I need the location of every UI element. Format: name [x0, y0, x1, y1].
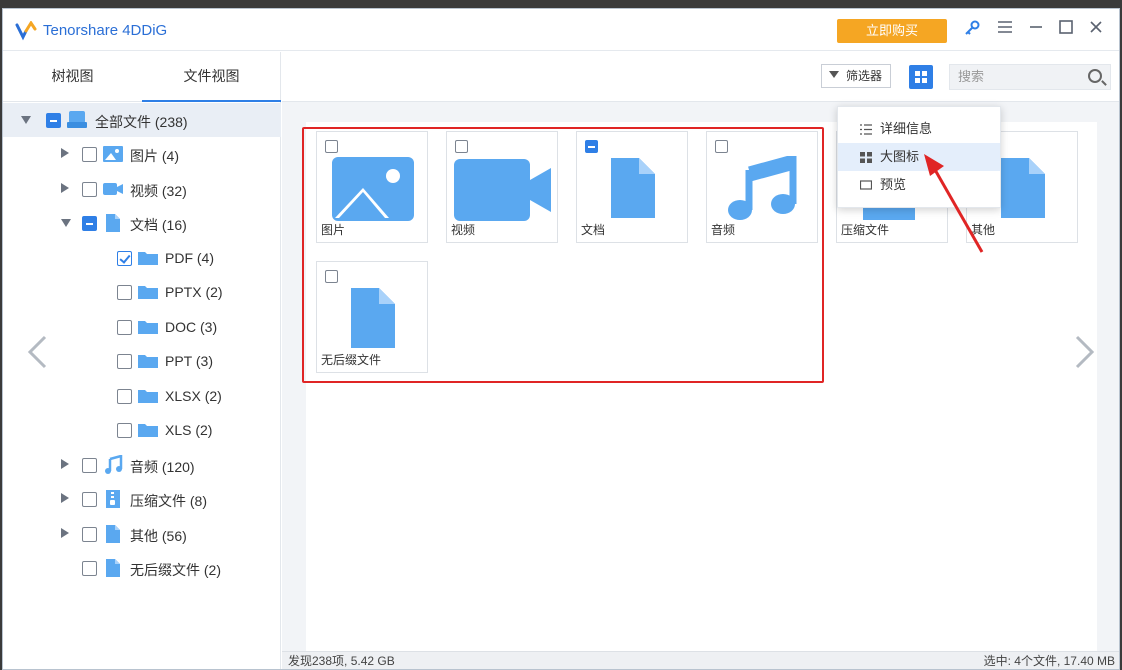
grid-icon	[860, 152, 872, 163]
tree-item-label: 无后缀文件 (2)	[130, 562, 221, 578]
tree-item-others[interactable]: 其他 (56)	[3, 517, 281, 551]
tree-item-label: 音频 (120)	[130, 459, 195, 475]
tree-item-label: PDF (4)	[165, 250, 214, 266]
toolbar: 筛选器 搜索	[282, 52, 1119, 102]
menu-item-details[interactable]: 详细信息	[838, 115, 1000, 143]
expand-icon[interactable]	[61, 459, 69, 469]
title-bar: Tenorshare 4DDiG 立即购买	[3, 9, 1119, 51]
expand-icon[interactable]	[61, 528, 69, 538]
tree-item-label: 图片 (4)	[130, 148, 179, 164]
image-icon	[103, 146, 123, 162]
file-icon	[106, 525, 120, 543]
tree-item-no-extension[interactable]: 无后缀文件 (2)	[3, 551, 281, 585]
tree-item-xlsx[interactable]: XLSX (2)	[3, 379, 281, 413]
archive-icon	[106, 490, 120, 508]
tab-tree-view[interactable]: 树视图	[3, 52, 142, 102]
checkbox[interactable]	[117, 285, 132, 300]
folder-icon	[138, 424, 158, 437]
next-arrow-icon[interactable]	[1075, 335, 1095, 369]
checkbox[interactable]	[117, 251, 132, 266]
app-logo-icon	[15, 21, 37, 41]
checkbox[interactable]	[82, 182, 97, 197]
menu-item-label: 大图标	[880, 149, 920, 164]
expand-icon[interactable]	[61, 493, 69, 503]
app-title: Tenorshare 4DDiG	[43, 22, 168, 39]
collapse-icon[interactable]	[61, 219, 71, 227]
tree-item-label: 压缩文件 (8)	[130, 493, 207, 509]
folder-icon	[138, 390, 158, 403]
minimize-icon[interactable]	[1025, 19, 1047, 41]
key-icon[interactable]	[961, 19, 983, 41]
selected-count: 选中: 4个文件, 17.40 MB	[983, 654, 1115, 668]
tree-item-label: 文档 (16)	[130, 217, 187, 233]
checkbox[interactable]	[82, 561, 97, 576]
card-label: 压缩文件	[841, 223, 890, 237]
video-icon	[103, 183, 123, 195]
status-bar: 发现238项, 5.42 GB 选中: 4个文件, 17.40 MB	[282, 651, 1119, 669]
tree-item-documents[interactable]: 文档 (16)	[3, 206, 281, 240]
maximize-icon[interactable]	[1055, 19, 1077, 41]
music-icon	[105, 455, 123, 474]
checkbox[interactable]	[82, 527, 97, 542]
checkbox[interactable]	[82, 216, 97, 231]
tree-item-label: XLS (2)	[165, 422, 213, 438]
tree-item-images[interactable]: 图片 (4)	[3, 137, 281, 171]
tree-item-audio[interactable]: 音频 (120)	[3, 448, 281, 482]
list-icon	[860, 124, 872, 135]
search-icon[interactable]	[1088, 69, 1102, 83]
main-panel: 筛选器 搜索 图片 视频 文档 音频 压缩文件 其他 无后缀文件 详细信息 大图…	[282, 52, 1119, 669]
search-input[interactable]: 搜索	[949, 64, 1111, 90]
tree-item-label: DOC (3)	[165, 319, 218, 335]
drive-icon	[67, 111, 87, 128]
folder-icon	[138, 286, 158, 299]
folder-icon	[138, 355, 158, 368]
view-mode-button[interactable]	[909, 65, 933, 89]
folder-icon	[138, 321, 158, 334]
checkbox[interactable]	[117, 389, 132, 404]
preview-icon	[860, 180, 872, 190]
tree-item-xls[interactable]: XLS (2)	[3, 413, 281, 447]
found-count: 发现238项, 5.42 GB	[288, 654, 395, 668]
left-tabs: 树视图 文件视图	[3, 52, 281, 102]
checkbox[interactable]	[117, 423, 132, 438]
menu-item-label: 详细信息	[880, 121, 933, 136]
tree-item-pptx[interactable]: PPTX (2)	[3, 275, 281, 309]
file-icon	[106, 559, 120, 577]
checkbox[interactable]	[82, 147, 97, 162]
file-icon	[1001, 158, 1045, 218]
tree-item-archives[interactable]: 压缩文件 (8)	[3, 482, 281, 516]
tree-item-label: PPT (3)	[165, 353, 213, 369]
red-arrow-annotation	[924, 154, 984, 253]
tree-item-label: 视频 (32)	[130, 183, 187, 199]
collapse-icon[interactable]	[21, 116, 31, 124]
document-icon	[106, 214, 120, 232]
tree-item-all-files[interactable]: 全部文件 (238)	[3, 103, 281, 137]
checkbox[interactable]	[82, 458, 97, 473]
buy-now-button[interactable]: 立即购买	[837, 19, 947, 43]
folder-icon	[138, 252, 158, 265]
tree-item-video[interactable]: 视频 (32)	[3, 172, 281, 206]
checkbox[interactable]	[46, 113, 61, 128]
expand-icon[interactable]	[61, 183, 69, 193]
tree-item-label: PPTX (2)	[165, 284, 223, 300]
checkbox[interactable]	[82, 492, 97, 507]
expand-icon[interactable]	[61, 148, 69, 158]
checkbox[interactable]	[117, 354, 132, 369]
app-window: Tenorshare 4DDiG 立即购买 树视图 文件视图 全部文件 (238…	[2, 8, 1120, 670]
filter-icon	[829, 71, 839, 78]
filter-label: 筛选器	[846, 69, 883, 83]
filter-button[interactable]: 筛选器	[821, 64, 891, 88]
tab-file-view[interactable]: 文件视图	[142, 52, 281, 102]
tree-item-label: 全部文件 (238)	[95, 114, 188, 130]
close-icon[interactable]	[1085, 19, 1107, 41]
menu-icon[interactable]	[994, 19, 1016, 41]
highlight-box	[302, 127, 824, 383]
tree-item-label: 其他 (56)	[130, 528, 187, 544]
previous-arrow-icon[interactable]	[27, 335, 47, 369]
menu-item-label: 预览	[880, 177, 907, 192]
checkbox[interactable]	[117, 320, 132, 335]
tree-item-pdf[interactable]: PDF (4)	[3, 241, 281, 275]
tree-item-label: XLSX (2)	[165, 388, 222, 404]
